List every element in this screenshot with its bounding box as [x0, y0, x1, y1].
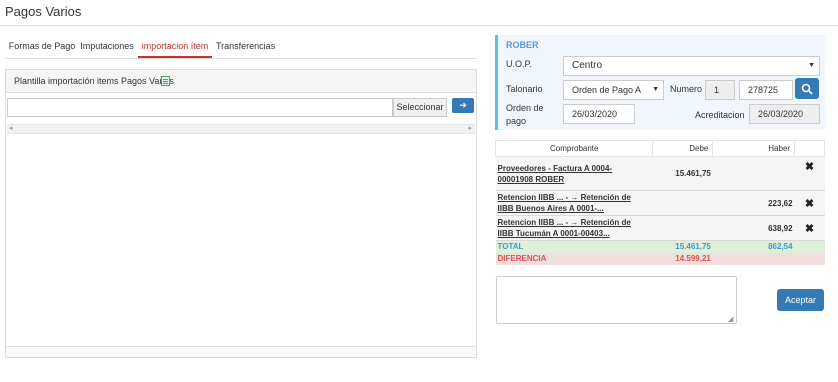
uop-label: U.O.P. [506, 59, 532, 69]
orden-de-pago-label: Orden de [506, 103, 544, 113]
uop-value: Centro [572, 60, 603, 71]
comprobante-line2: 00001908 ROBER [497, 174, 565, 184]
close-icon[interactable]: ✖ [794, 190, 825, 216]
comprobante-cell[interactable]: Retencion IIBB ... - → Retención de IIBB… [495, 215, 653, 241]
comprobante-cell[interactable]: Proveedores - Factura A 0004- 00001908 R… [495, 156, 653, 191]
total-row: TOTAL 15.461,75 862,54 [495, 240, 825, 253]
plantilla-panel: Plantilla importación items Pagos Varios… [5, 69, 477, 358]
chevron-down-icon: ▼ [652, 86, 659, 93]
tab-imputaciones[interactable]: Imputaciones [80, 36, 134, 58]
comprobante-line1: Retencion IIBB ... - → Retención de [497, 218, 631, 227]
plantilla-panel-header: Plantilla importación items Pagos Varios [6, 70, 476, 93]
provider-name: ROBER [506, 40, 539, 50]
debe-cell: 15.461,75 [652, 156, 713, 191]
comprobante-line2: IIBB Tucumán A 0001-00403... [497, 229, 610, 238]
search-button[interactable] [795, 78, 819, 99]
table-row: Proveedores - Factura A 0004- 00001908 R… [495, 156, 825, 191]
tab-formas-de-pago[interactable]: Formas de Pago [7, 36, 77, 58]
comprobante-line1: Retencion IIBB ... - → Retención de [497, 193, 631, 202]
close-icon[interactable]: ✖ [794, 156, 825, 191]
haber-cell: 638,92 [712, 215, 795, 241]
diferencia-spacer [794, 252, 825, 265]
aceptar-button[interactable]: Aceptar [777, 289, 824, 311]
orden-de-pago-label-2: pago [506, 116, 527, 126]
column-header-comprobante: Comprobante [494, 140, 654, 157]
title-divider [0, 25, 838, 26]
diferencia-haber [712, 252, 795, 265]
diferencia-debe: 14.599,21 [652, 252, 713, 265]
talonario-select[interactable]: Orden de Pago A ▼ [563, 80, 664, 100]
table-row: Retencion IIBB ... - → Retención de IIBB… [495, 190, 825, 216]
orden-de-pago-date[interactable]: 26/03/2020 [563, 104, 635, 124]
haber-cell: 223,62 [712, 190, 795, 216]
comprobante-line1: Proveedores - Factura A 0004- [497, 163, 613, 173]
acreditacion-label: Acreditacion [695, 110, 745, 120]
debe-cell [652, 190, 713, 216]
diferencia-row: DIFERENCIA 14.599,21 [495, 252, 825, 265]
page-title: Pagos Varios [5, 4, 82, 19]
payment-header-box: ROBER U.O.P. Centro ▼ Talonario Orden de… [495, 35, 825, 130]
plantilla-title: Plantilla importación items Pagos Varios [14, 76, 174, 86]
chevron-down-icon: ▼ [808, 62, 815, 69]
observaciones-textarea[interactable] [496, 276, 737, 324]
file-path-input[interactable] [7, 98, 393, 117]
numero-field[interactable]: 278725 [739, 80, 793, 100]
excel-icon[interactable] [161, 76, 170, 86]
table-row: Retencion IIBB ... - → Retención de IIBB… [495, 215, 825, 241]
total-debe: 15.461,75 [652, 240, 713, 253]
horizontal-scrollbar[interactable]: ◂ ▸ [7, 124, 475, 134]
total-haber: 862,54 [712, 240, 795, 253]
comprobante-line2: IIBB Buenos Aires A 0001-... [497, 204, 604, 213]
tab-importacion-item[interactable]: importacion ítem [138, 36, 212, 58]
numero-label: Numero [670, 84, 703, 94]
acreditacion-date: 26/03/2020 [749, 104, 820, 124]
numero-serie-field: 1 [705, 80, 735, 100]
select-file-button[interactable]: Seleccionar [393, 98, 447, 117]
scroll-right-icon[interactable]: ▸ [468, 124, 472, 132]
total-label: TOTAL [495, 240, 653, 253]
resize-grip-icon[interactable]: ◢ [728, 315, 733, 323]
tab-transferencias[interactable]: Transferencias [216, 36, 275, 58]
comprobantes-grid: Comprobante Debe Haber Proveedores - Fac… [494, 140, 825, 265]
column-header-debe: Debe [652, 140, 714, 157]
tab-bar: Formas de Pago Imputaciones importacion … [5, 36, 477, 59]
haber-cell [712, 156, 795, 191]
scroll-left-icon[interactable]: ◂ [9, 124, 13, 132]
talonario-label: Talonario [506, 84, 543, 94]
total-spacer [794, 240, 825, 253]
close-icon[interactable]: ✖ [794, 215, 825, 241]
comprobante-cell[interactable]: Retencion IIBB ... - → Retención de IIBB… [495, 190, 653, 216]
plantilla-panel-footer [6, 346, 476, 357]
uop-select[interactable]: Centro ▼ [563, 56, 820, 76]
diferencia-label: DIFERENCIA [495, 252, 653, 265]
debe-cell [652, 215, 713, 241]
search-icon [801, 83, 813, 95]
column-header-actions [794, 140, 825, 157]
column-header-haber: Haber [712, 140, 796, 157]
arrow-right-icon: ➜ [459, 100, 467, 110]
talonario-value: Orden de Pago A [572, 85, 642, 95]
import-button[interactable]: ➜ [452, 98, 474, 113]
